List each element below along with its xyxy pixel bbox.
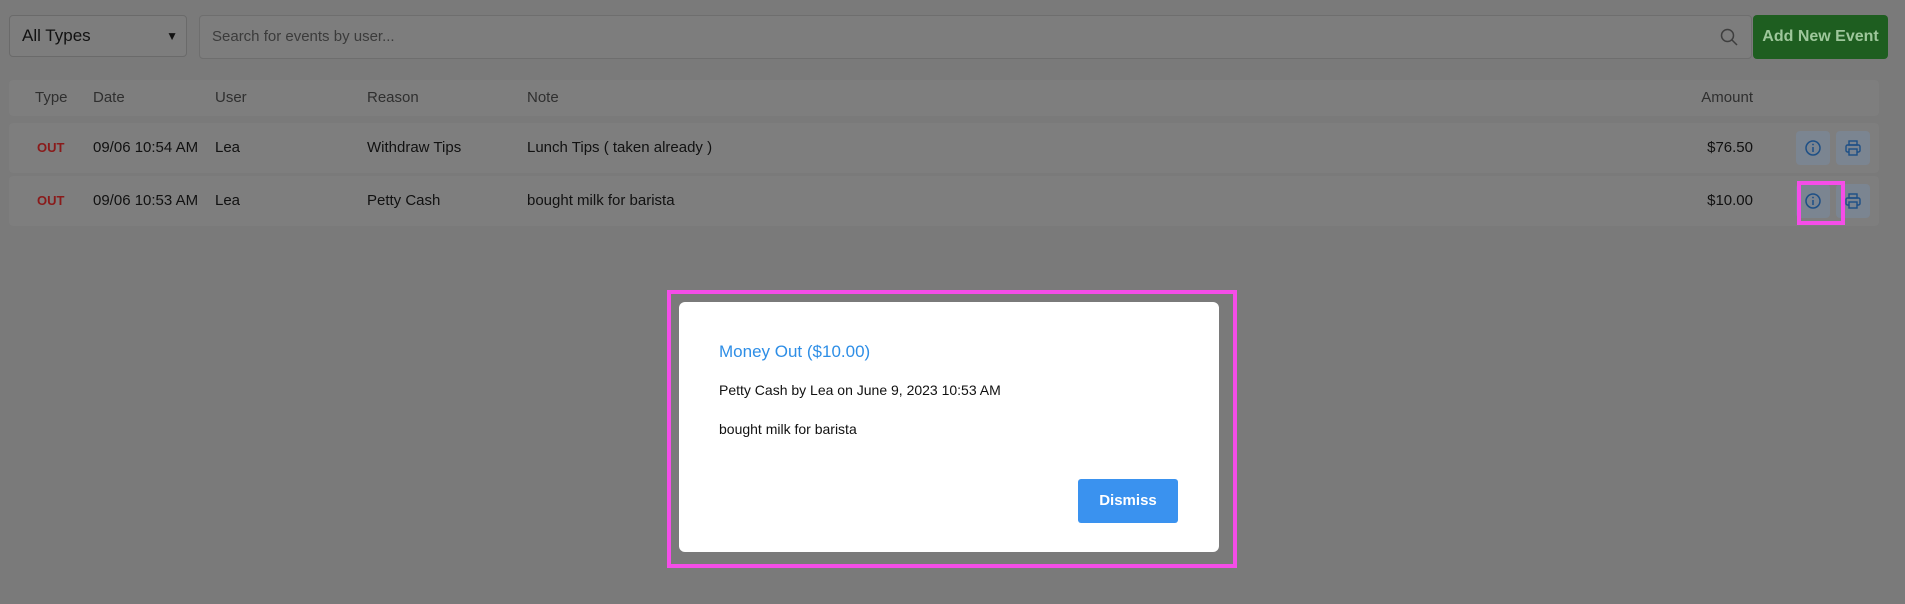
type-filter-value: All Types — [22, 26, 91, 45]
info-icon — [1805, 140, 1821, 156]
header-type: Type — [35, 89, 68, 106]
toolbar: All Types ▼ Search for events by user...… — [9, 15, 1888, 59]
row-note: bought milk for barista — [527, 192, 675, 209]
table-row: OUT 09/06 10:53 AM Lea Petty Cash bought… — [9, 176, 1879, 226]
printer-icon — [1845, 193, 1861, 209]
header-note: Note — [527, 89, 559, 106]
row-user: Lea — [215, 139, 241, 156]
print-button[interactable] — [1836, 131, 1870, 165]
search-input[interactable]: Search for events by user... — [199, 15, 1752, 59]
add-new-event-button[interactable]: Add New Event — [1753, 15, 1888, 59]
row-reason: Withdraw Tips — [367, 139, 462, 156]
table-row: OUT 09/06 10:54 AM Lea Withdraw Tips Lun… — [9, 123, 1879, 173]
type-filter-select[interactable]: All Types ▼ — [9, 15, 187, 57]
event-detail-modal: Money Out ($10.00) Petty Cash by Lea on … — [679, 302, 1219, 552]
search-icon — [1720, 28, 1738, 46]
row-user: Lea — [215, 192, 241, 209]
modal-title: Money Out ($10.00) — [719, 342, 871, 361]
row-amount: $76.50 — [1707, 139, 1753, 156]
row-amount: $10.00 — [1707, 192, 1753, 209]
header-amount: Amount — [1701, 89, 1753, 106]
chevron-down-icon: ▼ — [166, 29, 178, 43]
search-placeholder: Search for events by user... — [212, 28, 395, 45]
row-date: 09/06 10:54 AM — [93, 139, 199, 156]
header-date: Date — [93, 89, 125, 106]
header-reason: Reason — [367, 89, 419, 106]
modal-subtitle: Petty Cash by Lea on June 9, 2023 10:53 … — [719, 382, 1001, 398]
row-reason: Petty Cash — [367, 192, 441, 209]
events-table: Type Date User Reason Note Amount OUT 09… — [9, 80, 1879, 226]
row-note: Lunch Tips ( taken already ) — [527, 139, 713, 156]
table-header: Type Date User Reason Note Amount — [9, 80, 1879, 116]
type-badge: OUT — [37, 193, 65, 208]
header-user: User — [215, 89, 247, 106]
row-date: 09/06 10:53 AM — [93, 192, 199, 209]
info-button-highlight — [1797, 181, 1845, 225]
printer-icon — [1845, 140, 1861, 156]
dismiss-button[interactable]: Dismiss — [1078, 479, 1178, 523]
info-button[interactable] — [1796, 131, 1830, 165]
modal-note: bought milk for barista — [719, 421, 857, 437]
type-badge: OUT — [37, 140, 65, 155]
